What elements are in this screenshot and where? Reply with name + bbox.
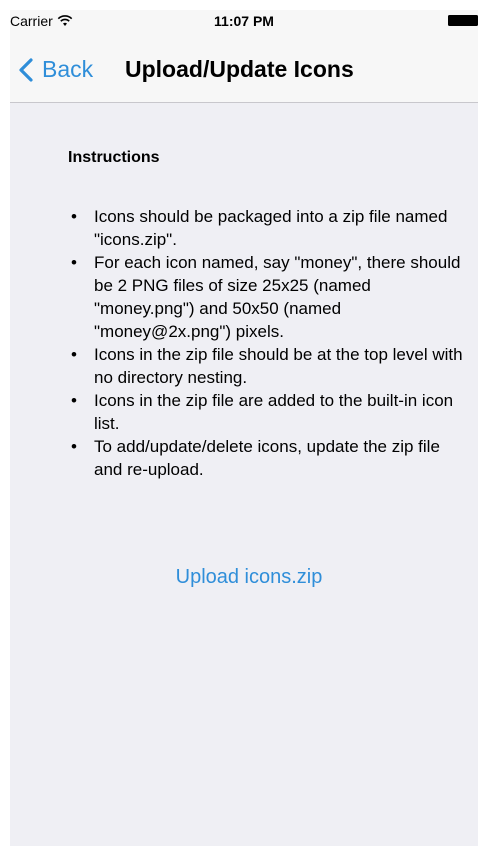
- bullet-icon: •: [71, 437, 77, 456]
- list-item-text: Icons in the zip file should be at the t…: [94, 345, 463, 387]
- instructions-heading: Instructions: [68, 149, 160, 166]
- list-item: • For each icon named, say "money", there…: [68, 251, 468, 343]
- list-item: • To add/update/delete icons, update the …: [68, 435, 468, 481]
- bullet-icon: •: [71, 345, 77, 364]
- chevron-left-icon: [19, 57, 33, 82]
- page-title: Upload/Update Icons: [125, 56, 354, 82]
- back-button-label: Back: [42, 56, 94, 82]
- list-item-text: To add/update/delete icons, update the z…: [94, 437, 440, 479]
- screen: Carrier 11:07 PM Back Upload/Update Icon…: [10, 10, 478, 846]
- bullet-icon: •: [71, 253, 77, 272]
- list-item: • Icons should be packaged into a zip fil…: [68, 205, 468, 251]
- battery-icon: [448, 15, 478, 26]
- status-bar: Carrier 11:07 PM: [10, 10, 478, 32]
- list-item: • Icons in the zip file should be at the …: [68, 343, 468, 389]
- upload-button[interactable]: Upload icons.zip: [10, 566, 478, 589]
- bullet-icon: •: [71, 391, 77, 410]
- list-item-text: Icons in the zip file are added to the b…: [94, 391, 454, 433]
- navigation-bar: Back Upload/Update Icons: [10, 32, 478, 103]
- bullet-icon: •: [71, 207, 77, 226]
- list-item-text: For each icon named, say "money", there …: [94, 253, 461, 341]
- status-time: 11:07 PM: [214, 13, 274, 29]
- back-button[interactable]: Back: [18, 56, 93, 83]
- list-item: • Icons in the zip file are added to the …: [68, 389, 468, 435]
- list-item-text: Icons should be packaged into a zip file…: [94, 207, 448, 249]
- instructions-list: • Icons should be packaged into a zip fil…: [68, 205, 468, 481]
